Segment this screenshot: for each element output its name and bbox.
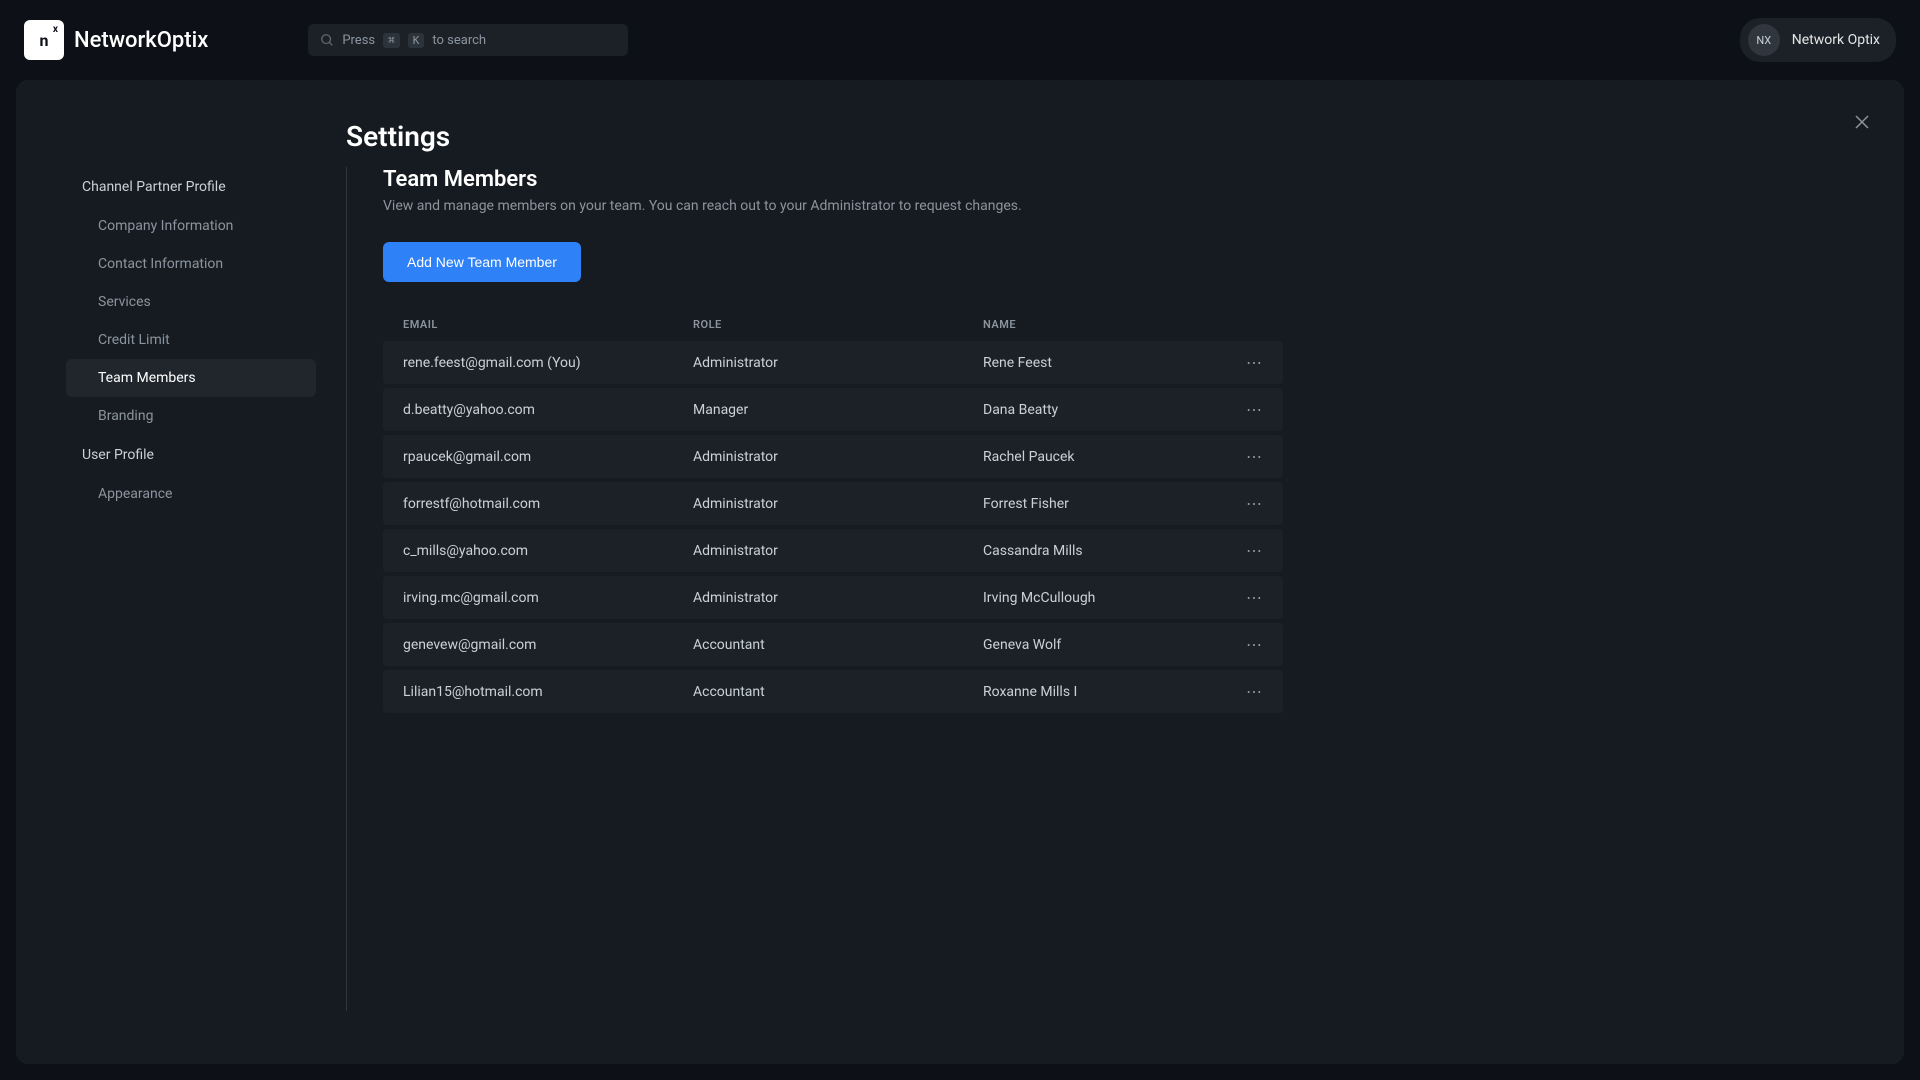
settings-sidebar: Channel Partner ProfileCompany Informati… bbox=[66, 167, 316, 1011]
cell-email: Lilian15@hotmail.com bbox=[403, 684, 693, 700]
search-icon bbox=[320, 33, 334, 47]
search-prefix: Press bbox=[342, 33, 375, 48]
row-actions-button[interactable]: ⋯ bbox=[1213, 400, 1263, 419]
header-role: Role bbox=[693, 318, 983, 331]
table-row: d.beatty@yahoo.comManagerDana Beatty⋯ bbox=[383, 388, 1283, 431]
sidebar-section-title[interactable]: User Profile bbox=[66, 435, 316, 475]
sidebar-section-title[interactable]: Channel Partner Profile bbox=[66, 167, 316, 207]
page-title: Settings bbox=[346, 120, 1854, 153]
cell-name: Geneva Wolf bbox=[983, 637, 1213, 653]
sidebar-item-company-information[interactable]: Company Information bbox=[66, 207, 316, 245]
section-title: Team Members bbox=[383, 167, 1854, 192]
members-table: Email Role Name rene.feest@gmail.com (Yo… bbox=[383, 318, 1283, 715]
cell-email: forrestf@hotmail.com bbox=[403, 496, 693, 512]
sidebar-item-credit-limit[interactable]: Credit Limit bbox=[66, 321, 316, 359]
main-panel: Settings Channel Partner ProfileCompany … bbox=[16, 80, 1904, 1064]
table-row: c_mills@yahoo.comAdministratorCassandra … bbox=[383, 529, 1283, 572]
row-actions-button[interactable]: ⋯ bbox=[1213, 541, 1263, 560]
cell-email: genevew@gmail.com bbox=[403, 637, 693, 653]
cell-role: Administrator bbox=[693, 496, 983, 512]
table-row: genevew@gmail.comAccountantGeneva Wolf⋯ bbox=[383, 623, 1283, 666]
sidebar-item-services[interactable]: Services bbox=[66, 283, 316, 321]
table-row: rpaucek@gmail.comAdministratorRachel Pau… bbox=[383, 435, 1283, 478]
close-icon bbox=[1853, 113, 1871, 131]
search-input[interactable]: Press ⌘ K to search bbox=[308, 24, 628, 56]
row-actions-button[interactable]: ⋯ bbox=[1213, 635, 1263, 654]
cell-email: d.beatty@yahoo.com bbox=[403, 402, 693, 418]
close-button[interactable] bbox=[1850, 110, 1874, 134]
sidebar-item-appearance[interactable]: Appearance bbox=[66, 475, 316, 513]
cell-role: Accountant bbox=[693, 684, 983, 700]
cell-name: Irving McCullough bbox=[983, 590, 1213, 606]
kbd-cmd: ⌘ bbox=[383, 33, 400, 48]
top-bar: n NetworkOptix Press ⌘ K to search NX Ne… bbox=[0, 0, 1920, 80]
content-wrapper: Channel Partner ProfileCompany Informati… bbox=[66, 167, 1854, 1011]
logo-icon: n bbox=[24, 20, 64, 60]
sidebar-item-team-members[interactable]: Team Members bbox=[66, 359, 316, 397]
table-row: irving.mc@gmail.comAdministratorIrving M… bbox=[383, 576, 1283, 619]
cell-name: Rachel Paucek bbox=[983, 449, 1213, 465]
cell-email: c_mills@yahoo.com bbox=[403, 543, 693, 559]
kbd-k: K bbox=[408, 33, 425, 48]
cell-name: Rene Feest bbox=[983, 355, 1213, 371]
sidebar-item-contact-information[interactable]: Contact Information bbox=[66, 245, 316, 283]
brand-name: NetworkOptix bbox=[74, 28, 208, 53]
row-actions-button[interactable]: ⋯ bbox=[1213, 447, 1263, 466]
cell-email: rene.feest@gmail.com (You) bbox=[403, 355, 693, 371]
cell-role: Administrator bbox=[693, 590, 983, 606]
search-suffix: to search bbox=[432, 33, 486, 48]
row-actions-button[interactable]: ⋯ bbox=[1213, 682, 1263, 701]
logo[interactable]: n NetworkOptix bbox=[24, 20, 208, 60]
sidebar-item-branding[interactable]: Branding bbox=[66, 397, 316, 435]
section-subtitle: View and manage members on your team. Yo… bbox=[383, 198, 1854, 214]
username: Network Optix bbox=[1792, 32, 1880, 48]
cell-name: Roxanne Mills I bbox=[983, 684, 1213, 700]
cell-email: rpaucek@gmail.com bbox=[403, 449, 693, 465]
table-row: forrestf@hotmail.comAdministratorForrest… bbox=[383, 482, 1283, 525]
cell-role: Administrator bbox=[693, 449, 983, 465]
row-actions-button[interactable]: ⋯ bbox=[1213, 494, 1263, 513]
table-body: rene.feest@gmail.com (You)AdministratorR… bbox=[383, 341, 1283, 715]
add-member-button[interactable]: Add New Team Member bbox=[383, 242, 581, 282]
table-row: Lilian15@hotmail.comAccountantRoxanne Mi… bbox=[383, 670, 1283, 713]
cell-role: Administrator bbox=[693, 543, 983, 559]
cell-name: Dana Beatty bbox=[983, 402, 1213, 418]
header-email: Email bbox=[403, 318, 693, 331]
cell-name: Forrest Fisher bbox=[983, 496, 1213, 512]
row-actions-button[interactable]: ⋯ bbox=[1213, 588, 1263, 607]
cell-name: Cassandra Mills bbox=[983, 543, 1213, 559]
cell-email: irving.mc@gmail.com bbox=[403, 590, 693, 606]
avatar: NX bbox=[1748, 24, 1780, 56]
user-menu[interactable]: NX Network Optix bbox=[1740, 18, 1896, 62]
table-row: rene.feest@gmail.com (You)AdministratorR… bbox=[383, 341, 1283, 384]
cell-role: Manager bbox=[693, 402, 983, 418]
table-header: Email Role Name bbox=[383, 318, 1283, 341]
row-actions-button[interactable]: ⋯ bbox=[1213, 353, 1263, 372]
detail-panel: Team Members View and manage members on … bbox=[346, 167, 1854, 1011]
cell-role: Accountant bbox=[693, 637, 983, 653]
header-name: Name bbox=[983, 318, 1213, 331]
cell-role: Administrator bbox=[693, 355, 983, 371]
